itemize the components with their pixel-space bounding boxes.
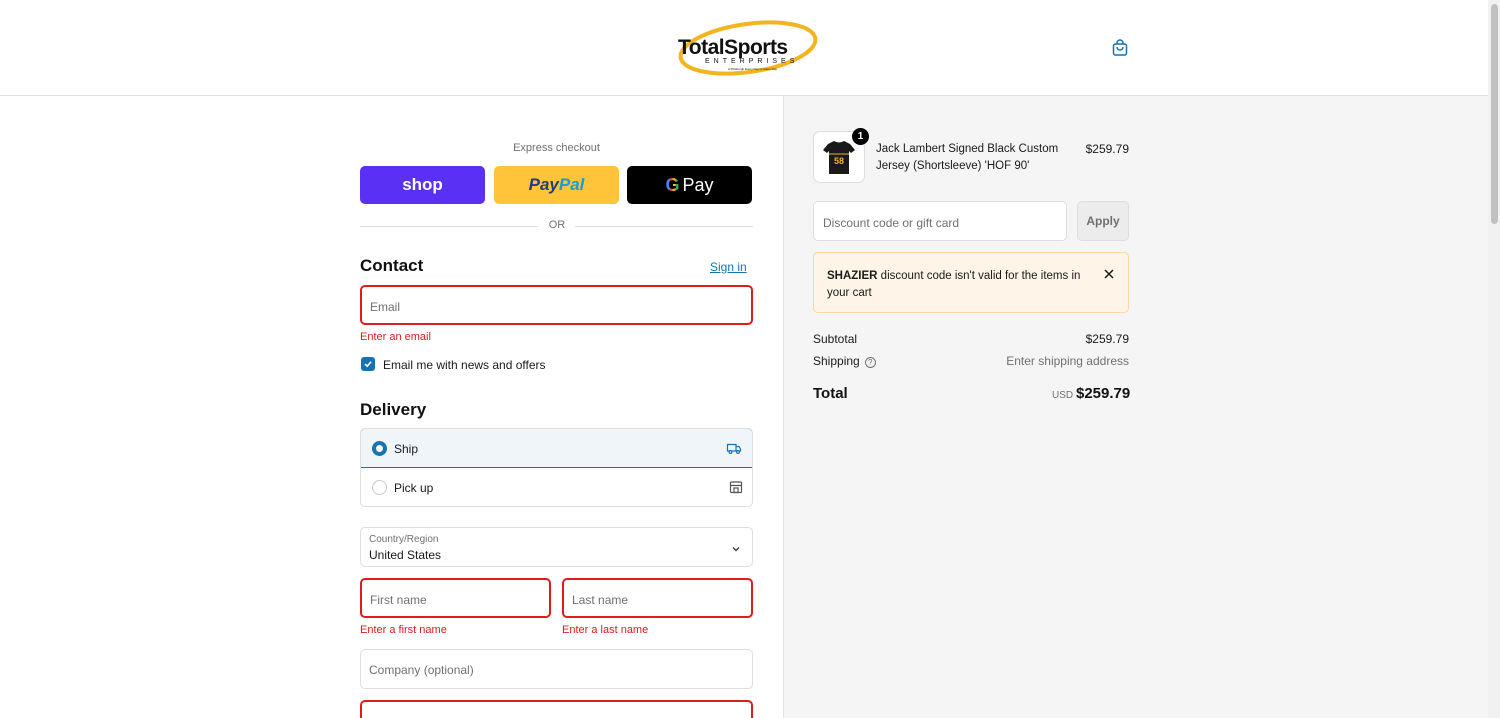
country-label: Country/Region bbox=[369, 534, 439, 545]
product-name: Jack Lambert Signed Black Custom Jersey … bbox=[876, 143, 1059, 172]
first-name-field[interactable]: First name bbox=[360, 578, 551, 618]
newsletter-label[interactable]: Email me with news and offers bbox=[383, 358, 546, 372]
total-value: $259.79 bbox=[1076, 385, 1131, 402]
first-name-error: Enter a first name bbox=[360, 624, 447, 636]
company-field[interactable]: Company (optional) bbox=[360, 649, 753, 689]
truck-icon bbox=[726, 440, 742, 456]
delivery-option-pickup[interactable]: Pick up bbox=[361, 468, 752, 506]
contact-heading: Contact bbox=[360, 256, 424, 275]
pickup-label: Pick up bbox=[394, 481, 434, 495]
express-checkout-label: Express checkout bbox=[513, 142, 600, 154]
paypal-label-2: Pal bbox=[558, 175, 585, 194]
shop-pay-label: shop bbox=[402, 175, 443, 194]
shipping-value: Enter shipping address bbox=[1006, 354, 1129, 368]
store-logo[interactable]: TotalSports ENTERPRISES A Pittsburgh Eve… bbox=[672, 16, 818, 80]
delivery-method-group: Ship Pick up bbox=[360, 428, 753, 507]
country-value: United States bbox=[369, 548, 442, 562]
delivery-heading: Delivery bbox=[360, 400, 427, 419]
total-currency: USD bbox=[1052, 390, 1074, 401]
discount-code-input[interactable]: Discount code or gift card bbox=[813, 201, 1067, 241]
site-header: TotalSports ENTERPRISES A Pittsburgh Eve… bbox=[0, 0, 1488, 96]
google-pay-button[interactable]: G Pay bbox=[627, 166, 752, 204]
first-name-placeholder: First name bbox=[370, 593, 427, 607]
paypal-button[interactable]: Pay Pal bbox=[494, 166, 619, 204]
shopping-bag-icon[interactable] bbox=[1110, 38, 1130, 58]
or-divider: OR bbox=[360, 219, 753, 233]
ship-radio[interactable] bbox=[372, 441, 387, 456]
logo-subtext: ENTERPRISES bbox=[705, 58, 799, 65]
google-g-icon: G bbox=[665, 174, 680, 195]
shipping-label-row: Shipping? bbox=[813, 354, 876, 368]
address-field[interactable] bbox=[360, 700, 753, 718]
divider-line-right bbox=[575, 226, 753, 227]
store-icon bbox=[728, 479, 744, 495]
email-error: Enter an email bbox=[360, 331, 431, 343]
apply-discount-button[interactable]: Apply bbox=[1077, 201, 1129, 241]
subtotal-value: $259.79 bbox=[1085, 332, 1129, 346]
email-field[interactable]: Email bbox=[360, 285, 753, 325]
chevron-down-icon bbox=[730, 542, 742, 554]
subtotal-label: Subtotal bbox=[813, 332, 858, 346]
paypal-label-1: Pay bbox=[528, 175, 559, 194]
checkmark-icon bbox=[364, 361, 372, 368]
logo-text: TotalSports bbox=[678, 36, 788, 59]
total-label: Total bbox=[813, 385, 848, 402]
svg-text:58: 58 bbox=[834, 156, 844, 166]
or-label: OR bbox=[548, 219, 566, 231]
close-icon[interactable] bbox=[1102, 267, 1116, 281]
help-icon[interactable]: ? bbox=[864, 357, 876, 368]
last-name-error: Enter a last name bbox=[562, 624, 649, 636]
logo-tagline: A Pittsburgh Every Day is Game Day bbox=[728, 67, 778, 71]
email-placeholder: Email bbox=[370, 300, 401, 314]
company-placeholder: Company (optional) bbox=[369, 663, 474, 677]
shipping-label: Shipping bbox=[813, 354, 860, 368]
discount-placeholder: Discount code or gift card bbox=[823, 216, 960, 230]
google-pay-label: Pay bbox=[682, 174, 714, 195]
last-name-field[interactable]: Last name bbox=[562, 578, 753, 618]
alert-message: SHAZIER discount code isn't valid for th… bbox=[827, 268, 1087, 302]
divider-line-left bbox=[360, 226, 538, 227]
scrollbar-thumb[interactable] bbox=[1491, 4, 1498, 224]
discount-error-alert: SHAZIER discount code isn't valid for th… bbox=[813, 252, 1129, 313]
quantity-badge: 1 bbox=[852, 128, 869, 145]
last-name-placeholder: Last name bbox=[572, 593, 629, 607]
newsletter-checkbox[interactable] bbox=[361, 357, 375, 371]
ship-label: Ship bbox=[394, 442, 419, 456]
shop-pay-button[interactable]: shop bbox=[360, 166, 485, 204]
country-select[interactable]: Country/Region United States bbox=[360, 527, 753, 567]
order-summary-panel bbox=[783, 96, 1488, 718]
product-price: $259.79 bbox=[1085, 142, 1129, 156]
alert-code: SHAZIER bbox=[827, 270, 878, 282]
sign-in-link[interactable]: Sign in bbox=[710, 260, 747, 274]
delivery-option-ship[interactable]: Ship bbox=[361, 429, 752, 468]
pickup-radio[interactable] bbox=[372, 480, 387, 495]
